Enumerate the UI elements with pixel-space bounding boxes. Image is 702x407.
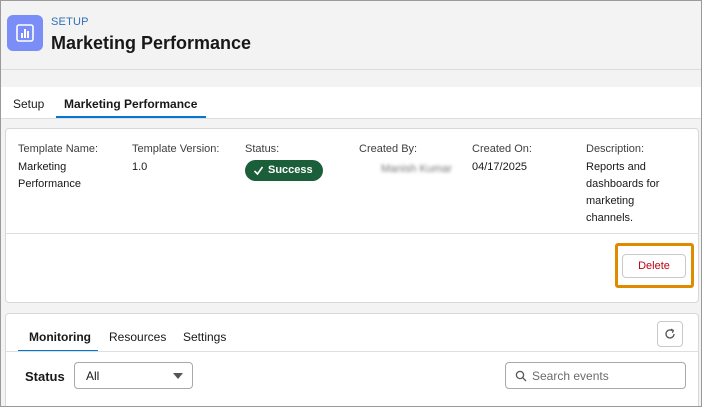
template-version-field: Template Version: 1.0: [132, 141, 219, 176]
description-value: Reports and dashboards for marketing cha…: [586, 159, 659, 227]
template-name-value: Marketing Performance: [18, 159, 98, 193]
created-by-value: Manish Kumar: [381, 163, 452, 175]
app-window: SETUP Marketing Performance Setup Market…: [0, 0, 702, 407]
description-line: channels.: [586, 212, 634, 224]
template-version-value: 1.0: [132, 161, 148, 173]
status-filter-label: Status: [25, 369, 65, 384]
status-filter-value: All: [86, 369, 100, 383]
page-title: Marketing Performance: [51, 33, 252, 53]
created-on-label: Created On:: [472, 143, 532, 155]
tab-monitoring[interactable]: Monitoring: [29, 330, 91, 344]
description-line: dashboards for: [586, 178, 660, 190]
tab-marketing-performance[interactable]: Marketing Performance: [64, 97, 197, 111]
monitoring-panel: Monitoring Resources Settings Status All: [5, 313, 699, 406]
panel-divider: [6, 351, 698, 352]
tab-settings[interactable]: Settings: [183, 330, 226, 344]
template-name-field: Template Name: Marketing Performance: [18, 141, 98, 193]
status-field: Status: Success: [245, 141, 323, 182]
status-label: Status:: [245, 143, 280, 155]
breadcrumb: SETUP: [51, 16, 89, 28]
created-by-field: Created By: Manish Kumar: [359, 141, 452, 178]
check-icon: [253, 166, 264, 176]
template-name-label: Template Name:: [18, 143, 99, 155]
chevron-down-icon: [173, 373, 183, 379]
created-on-value: 04/17/2025: [472, 161, 528, 173]
tab-setup[interactable]: Setup: [13, 97, 44, 111]
template-version-label: Template Version:: [132, 143, 220, 155]
search-icon: [515, 370, 527, 382]
refresh-icon: [665, 328, 675, 339]
description-line: marketing: [586, 195, 635, 207]
page-header: SETUP Marketing Performance: [1, 1, 701, 70]
card-divider: [6, 233, 698, 234]
description-line: Reports and: [586, 161, 646, 173]
delete-button[interactable]: Delete: [622, 254, 686, 278]
status-filter-select[interactable]: All: [74, 362, 193, 389]
tab-resources[interactable]: Resources: [109, 330, 166, 344]
template-name-value-line1: Marketing: [18, 161, 67, 173]
analytics-chart-icon: [7, 15, 43, 51]
template-name-value-line2: Performance: [18, 178, 81, 190]
status-badge-text: Success: [268, 164, 313, 176]
description-field: Description: Reports and dashboards for …: [586, 141, 659, 227]
created-on-field: Created On: 04/17/2025: [472, 141, 532, 176]
tab-strip: Setup Marketing Performance: [1, 87, 701, 119]
active-tab-indicator: [56, 116, 206, 118]
refresh-button[interactable]: [657, 321, 683, 347]
description-label: Description:: [586, 143, 645, 155]
search-input[interactable]: [532, 367, 680, 384]
template-details-card: Template Name: Marketing Performance Tem…: [5, 128, 699, 303]
status-badge: Success: [245, 160, 323, 181]
search-events-box[interactable]: [505, 362, 686, 389]
created-by-label: Created By:: [359, 143, 418, 155]
